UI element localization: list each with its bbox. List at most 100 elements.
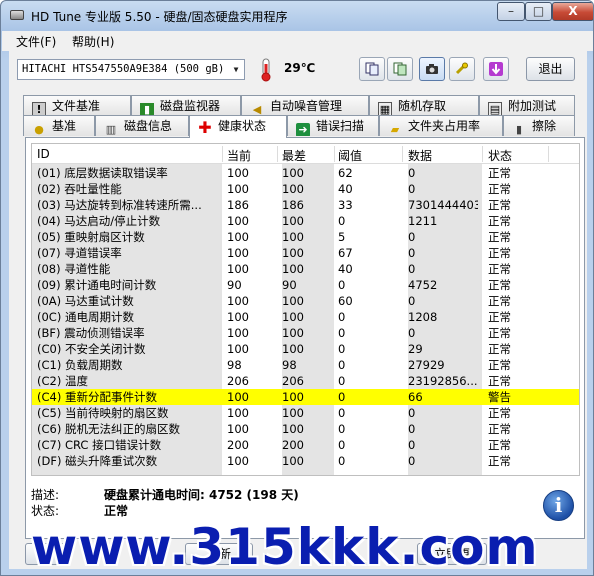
cell-threshold: 5 <box>338 230 346 244</box>
cell-current: 100 <box>227 390 249 404</box>
cell-status: 正常 <box>488 454 511 468</box>
tab-extra-tests[interactable]: ▤ 附加测试 <box>479 95 575 116</box>
cell-worst: 100 <box>282 294 304 308</box>
tab-random-access[interactable]: ▦ 随机存取 <box>369 95 479 116</box>
cell-data: 1211 <box>408 214 438 228</box>
maximize-button[interactable]: □ <box>525 2 552 21</box>
cell-id: (01) 底层数据读取错误率 <box>37 166 168 180</box>
table-row[interactable]: (C0) 不安全关闭计数 100 100 0 29 正常 <box>32 341 579 357</box>
status-value: 正常 <box>104 504 129 518</box>
cell-current: 90 <box>227 278 242 292</box>
table-row[interactable]: (C2) 温度 206 206 0 23192856... 正常 <box>32 373 579 389</box>
disk-info-icon: ▥ <box>105 123 117 136</box>
tab-folder-usage[interactable]: ▰ 文件夹占用率 <box>379 115 503 136</box>
cell-worst: 100 <box>282 214 304 228</box>
cell-data: 73014444033 <box>408 198 478 212</box>
cell-threshold: 60 <box>338 294 353 308</box>
tab-label: 擦除 <box>532 119 557 133</box>
table-row[interactable]: (DF) 磁头升降重试次数 100 100 0 0 正常 <box>32 453 579 469</box>
cell-current: 100 <box>227 182 249 196</box>
cell-data: 0 <box>408 166 416 180</box>
tab-health[interactable]: ✚ 健康状态 <box>189 115 287 138</box>
tab-file-benchmark[interactable]: ! 文件基准 <box>23 95 131 116</box>
cell-status: 正常 <box>488 278 511 292</box>
col-header-current[interactable]: 当前 <box>227 147 277 164</box>
tab-label: 随机存取 <box>398 99 447 113</box>
cell-worst: 98 <box>282 358 297 372</box>
info-icon[interactable]: i <box>543 490 574 521</box>
drive-select-value: HITACHI HTS547550A9E384 (500 gB) <box>22 63 225 75</box>
smart-attributes-list[interactable]: ID 当前 最差 阈值 数据 状态 (01) 底层数据读取错误率 100 100 62… <box>31 143 580 476</box>
tab-aam[interactable]: ◀ 自动噪音管理 <box>241 95 369 116</box>
cell-data: 0 <box>408 454 416 468</box>
table-row[interactable]: (03) 马达旋转到标准转速所需... 186 186 33 73014444033 正常 <box>32 197 579 213</box>
table-row[interactable]: (C1) 负载周期数 98 98 0 27929 正常 <box>32 357 579 373</box>
extra-tests-icon: ▤ <box>488 102 502 116</box>
tab-label: 健康状态 <box>218 119 267 133</box>
title-bar[interactable]: HD Tune 专业版 5.50 - 硬盘/固态硬盘实用程序 – □ X <box>1 1 593 31</box>
cell-threshold: 0 <box>338 214 346 228</box>
tab-disk-monitor[interactable]: ▮ 磁盘监视器 <box>131 95 241 116</box>
cell-data: 4752 <box>408 278 438 292</box>
list-header: ID 当前 最差 阈值 数据 状态 <box>32 144 579 164</box>
tab-error-scan[interactable]: ➜ 错误扫描 <box>287 115 379 136</box>
menu-bar: 文件(F) 帮助(H) <box>2 31 593 51</box>
tab-label: 错误扫描 <box>316 119 365 133</box>
table-row[interactable]: (C5) 当前待映射的扇区数 100 100 0 0 正常 <box>32 405 579 421</box>
exit-button[interactable]: 退出 <box>526 57 575 81</box>
cell-data: 0 <box>408 422 416 436</box>
cell-data: 0 <box>408 182 416 196</box>
table-row[interactable]: (0C) 通电周期计数 100 100 0 1208 正常 <box>32 309 579 325</box>
screenshot-button[interactable] <box>419 57 445 81</box>
table-row[interactable]: (02) 吞吐量性能 100 100 40 0 正常 <box>32 181 579 197</box>
file-benchmark-icon: ! <box>32 102 46 116</box>
table-row[interactable]: (C6) 脱机无法纠正的扇区数 100 100 0 0 正常 <box>32 421 579 437</box>
cell-threshold: 0 <box>338 358 346 372</box>
tab-erase[interactable]: ▮ 擦除 <box>503 115 575 136</box>
copy-all-button[interactable] <box>387 57 413 81</box>
cell-status: 正常 <box>488 198 511 212</box>
cell-worst: 100 <box>282 310 304 324</box>
table-row[interactable]: (04) 马达启动/停止计数 100 100 0 1211 正常 <box>32 213 579 229</box>
cell-threshold: 0 <box>338 454 346 468</box>
drive-select[interactable]: HITACHI HTS547550A9E384 (500 gB) ▼ <box>17 59 245 80</box>
col-header-data[interactable]: 数据 <box>408 147 478 164</box>
menu-help[interactable]: 帮助(H) <box>72 33 114 50</box>
tab-label: 附加测试 <box>508 99 557 113</box>
cell-data: 0 <box>408 406 416 420</box>
health-panel: ID 当前 最差 阈值 数据 状态 (01) 底层数据读取错误率 100 100 62… <box>25 137 585 539</box>
copy-info-button[interactable] <box>359 57 385 81</box>
chevron-down-icon[interactable]: ▼ <box>228 60 244 79</box>
tab-disk-info[interactable]: ▥ 磁盘信息 <box>95 115 189 136</box>
options-button[interactable] <box>449 57 475 81</box>
table-row[interactable]: (09) 累计通电时间计数 90 90 0 4752 正常 <box>32 277 579 293</box>
table-row[interactable]: (01) 底层数据读取错误率 100 100 62 0 正常 <box>32 165 579 181</box>
table-row[interactable]: (C7) CRC 接口错误计数 200 200 0 0 正常 <box>32 437 579 453</box>
tab-benchmark[interactable]: ● 基准 <box>23 115 95 136</box>
table-row[interactable]: (0A) 马达重试计数 100 100 60 0 正常 <box>32 293 579 309</box>
close-button[interactable]: X <box>552 2 593 21</box>
table-row[interactable]: (07) 寻道错误率 100 100 67 0 正常 <box>32 245 579 261</box>
cell-threshold: 0 <box>338 374 346 388</box>
col-header-worst[interactable]: 最差 <box>282 147 332 164</box>
cell-worst: 100 <box>282 166 304 180</box>
menu-file[interactable]: 文件(F) <box>16 33 56 50</box>
col-header-status[interactable]: 状态 <box>488 147 548 164</box>
col-header-threshold[interactable]: 阈值 <box>338 147 398 164</box>
cell-id: (C5) 当前待映射的扇区数 <box>37 406 169 420</box>
cell-current: 100 <box>227 406 249 420</box>
cell-id: (03) 马达旋转到标准转速所需... <box>37 198 202 212</box>
save-button[interactable] <box>483 57 509 81</box>
table-row[interactable]: (05) 重映射扇区计数 100 100 5 0 正常 <box>32 229 579 245</box>
cell-threshold: 0 <box>338 390 346 404</box>
col-header-id[interactable]: ID <box>37 147 222 161</box>
table-row[interactable]: (C4) 重新分配事件计数 100 100 0 66 警告 <box>32 389 579 405</box>
table-row[interactable]: (BF) 震动侦测错误率 100 100 0 0 正常 <box>32 325 579 341</box>
cell-worst: 100 <box>282 406 304 420</box>
table-row[interactable]: (08) 寻道性能 100 100 40 0 正常 <box>32 261 579 277</box>
cell-current: 100 <box>227 342 249 356</box>
minimize-button[interactable]: – <box>497 2 525 21</box>
cell-id: (C1) 负载周期数 <box>37 358 123 372</box>
description-value: 硬盘累计通电时间: 4752 (198 天) <box>104 488 299 502</box>
cell-status: 警告 <box>488 390 511 404</box>
